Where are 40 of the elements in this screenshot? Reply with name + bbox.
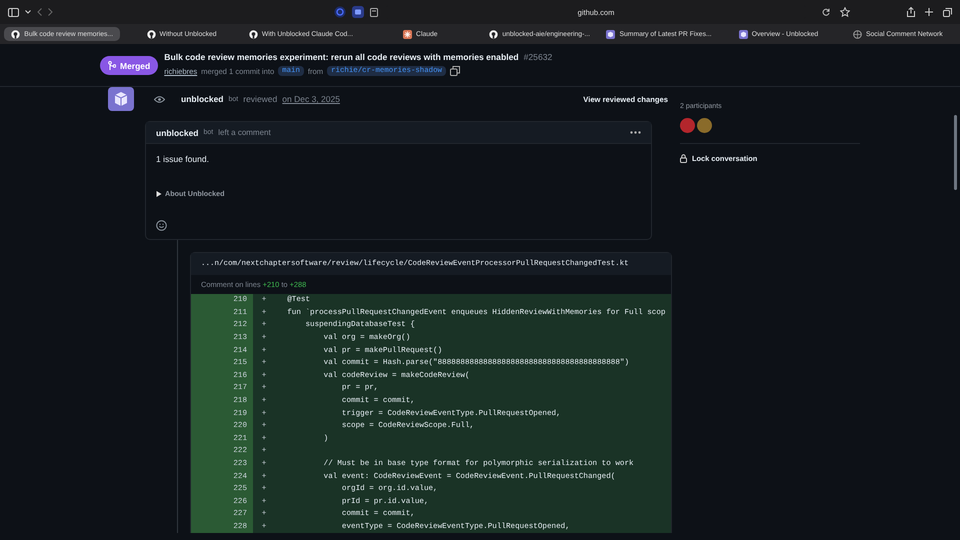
copy-icon[interactable] [450, 66, 460, 76]
share-icon[interactable] [907, 7, 915, 17]
sidebar-icon[interactable] [8, 8, 19, 16]
action-text: left a comment [218, 128, 271, 137]
claude-icon [403, 30, 412, 38]
pr-title: Bulk code review memories experiment: rerun all code reviews with memories enabled [164, 52, 519, 62]
page-settings-icon[interactable] [370, 8, 378, 16]
status-badge: Merged [100, 56, 158, 75]
participant-avatar[interactable] [697, 118, 712, 133]
forward-icon[interactable] [48, 8, 53, 16]
more-options-icon[interactable] [630, 131, 641, 134]
cube-icon [606, 30, 616, 38]
plus-icon[interactable] [925, 8, 933, 16]
lock-icon [680, 154, 687, 163]
github-icon [489, 30, 498, 38]
extension-icon[interactable] [334, 6, 346, 18]
extension-icon[interactable] [352, 6, 364, 18]
scrollbar[interactable] [954, 115, 957, 190]
github-icon [146, 30, 156, 38]
reload-icon[interactable] [822, 8, 830, 16]
github-icon [11, 30, 20, 38]
globe-icon [852, 30, 862, 38]
participant-avatar[interactable] [680, 118, 695, 133]
merge-icon [108, 61, 116, 70]
eye-icon [154, 96, 165, 102]
caret-right-icon [156, 190, 162, 196]
comment-text: 1 issue found. [156, 154, 209, 164]
cube-icon [738, 30, 748, 38]
star-icon[interactable] [840, 7, 850, 17]
pr-number: #25632 [524, 52, 552, 62]
bot-avatar[interactable] [108, 87, 134, 111]
back-icon[interactable] [37, 8, 42, 16]
tabs-overview-icon[interactable] [943, 8, 952, 16]
action-text: reviewed [243, 94, 278, 104]
chevron-down-icon[interactable] [25, 10, 31, 14]
emoji-reaction-icon[interactable] [156, 220, 167, 231]
username-link[interactable]: unblocked [156, 128, 199, 138]
username-link[interactable]: unblocked [181, 94, 224, 104]
github-icon [248, 30, 258, 38]
date-link[interactable]: on Dec 3, 2025 [282, 94, 340, 104]
